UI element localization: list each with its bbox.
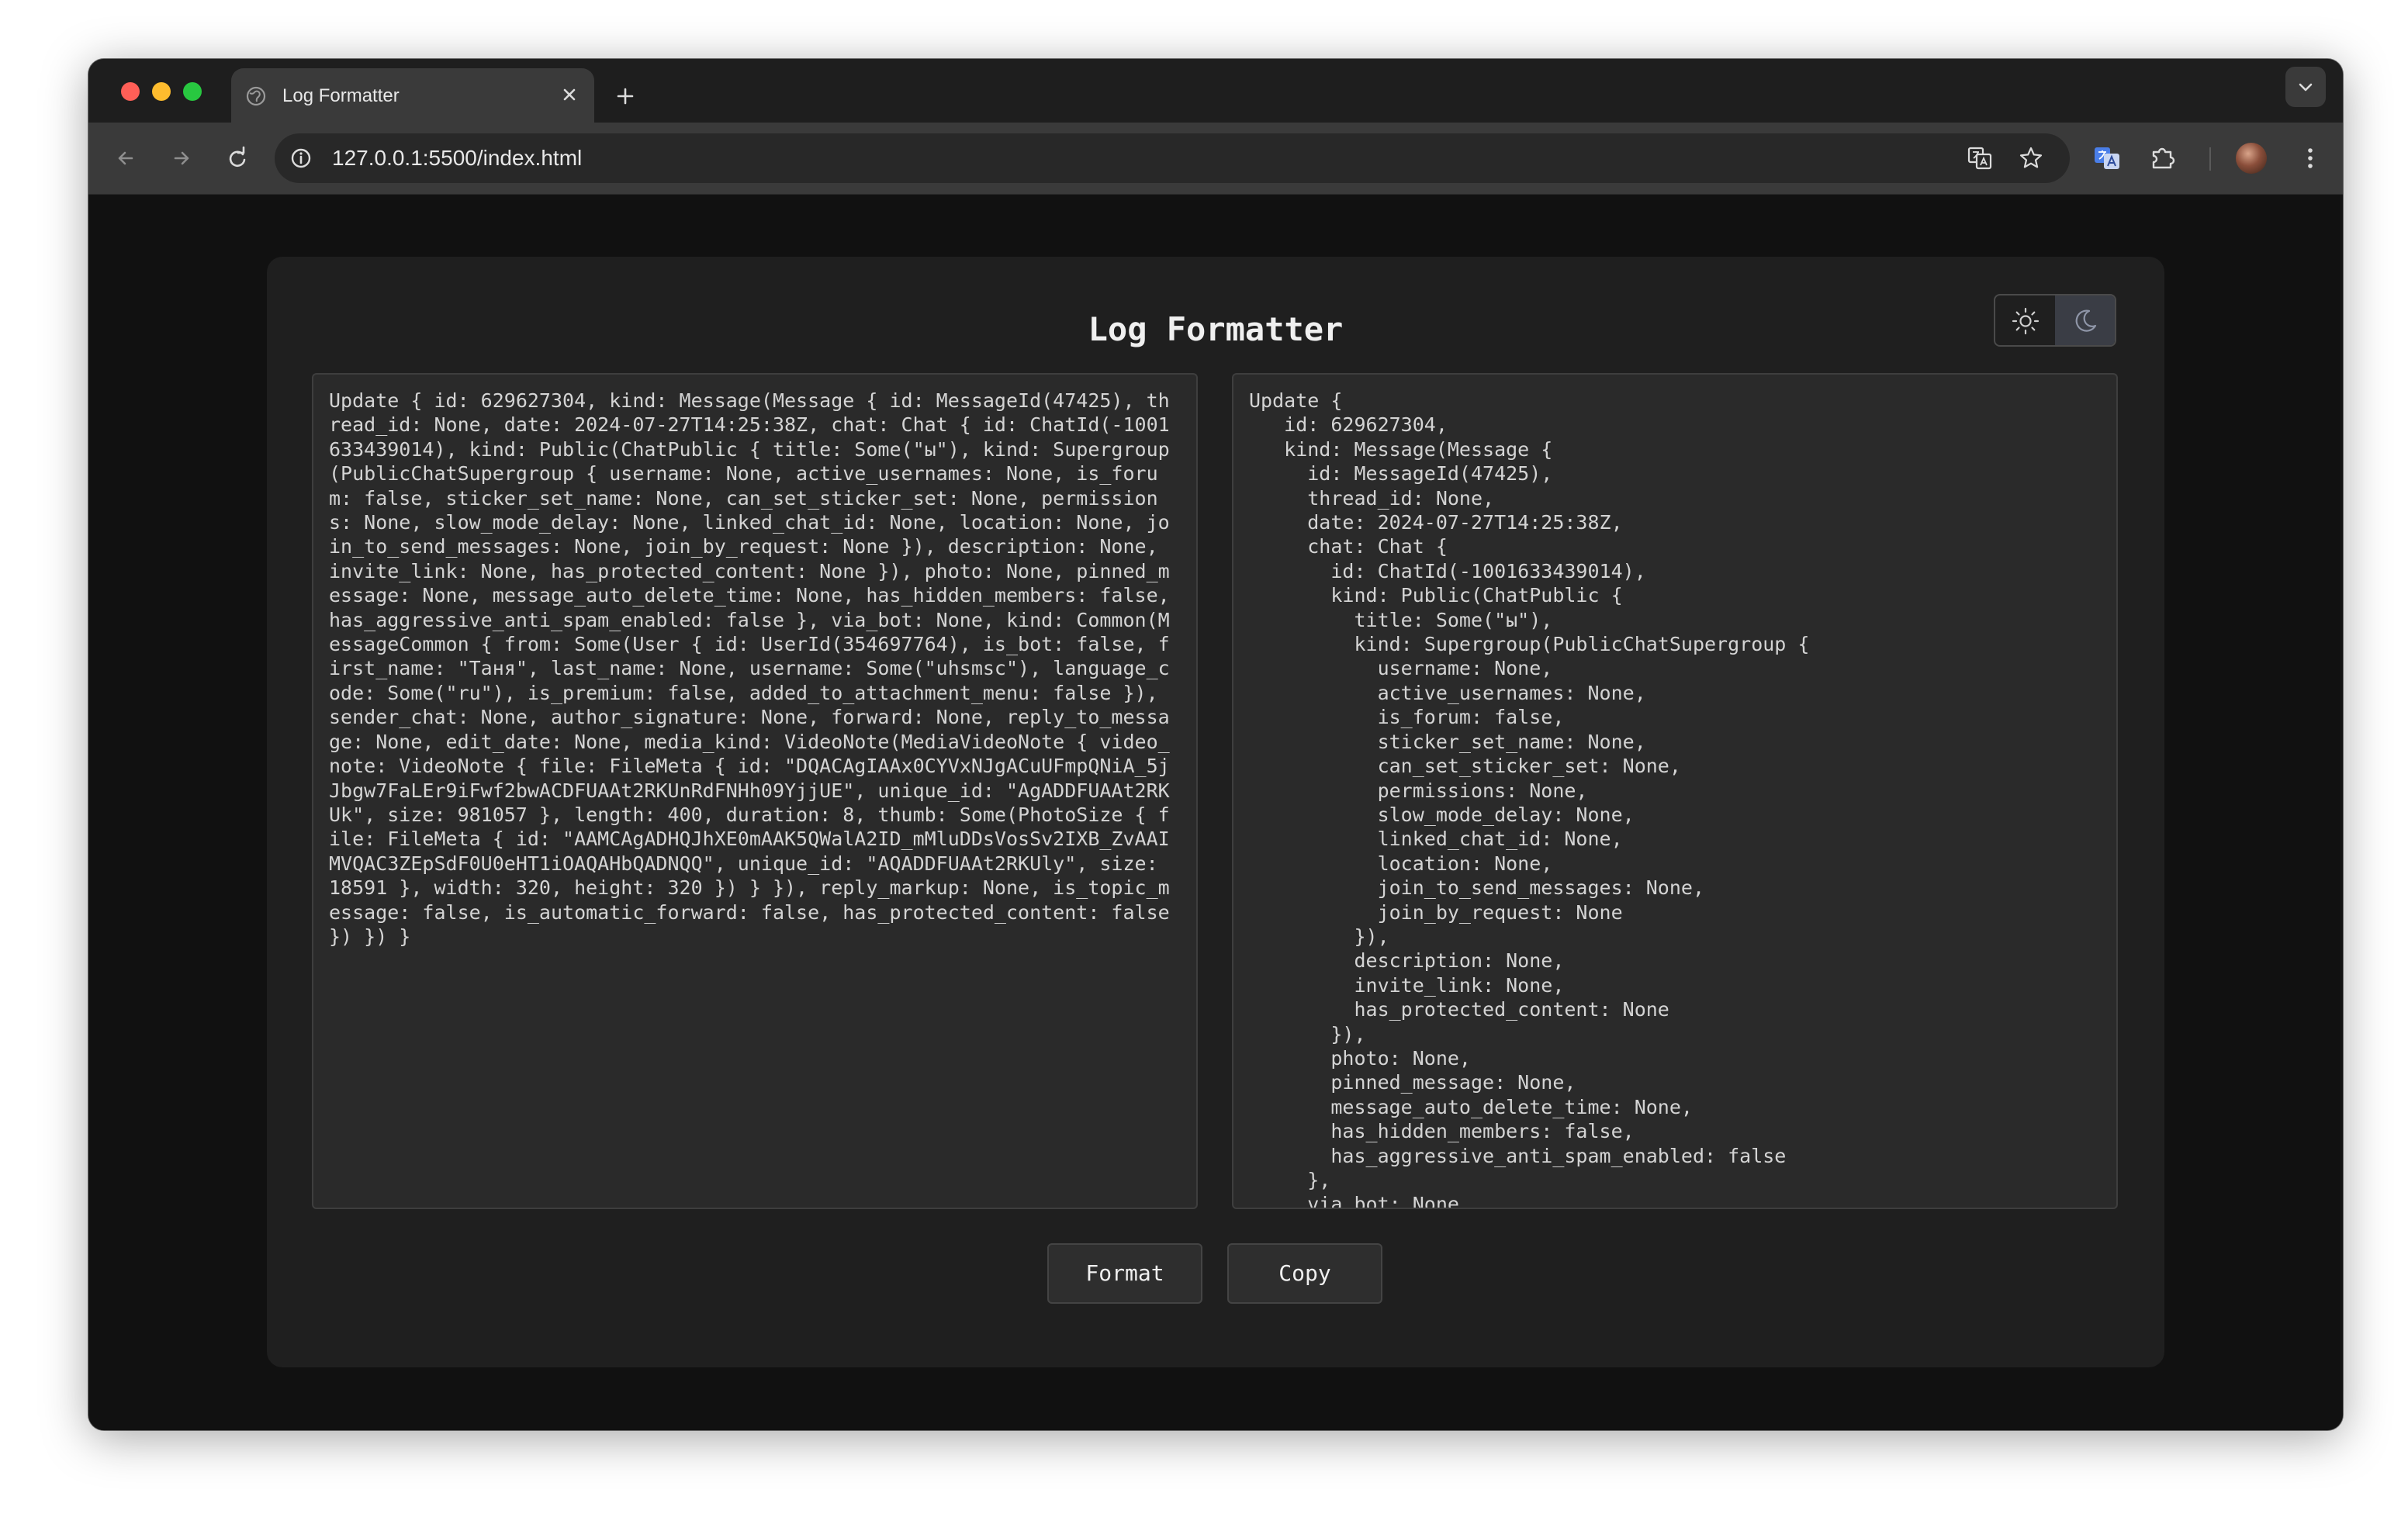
input-textarea[interactable]: Update { id: 629627304, kind: Message(Me… xyxy=(312,373,1198,1209)
address-bar[interactable]: 127.0.0.1:5500/index.html xyxy=(275,133,2070,183)
page-viewport: Log Formatter Update {id: 629627304, ki… xyxy=(88,195,2343,1430)
theme-dark-button[interactable] xyxy=(2055,295,2115,345)
chevron-down-icon xyxy=(2285,83,2326,110)
formatter-card: Log Formatter Update {id: 629627304, ki… xyxy=(267,257,2164,1367)
tab-search-button[interactable] xyxy=(2285,67,2326,107)
close-icon[interactable] xyxy=(557,82,582,107)
translate-extension-icon[interactable] xyxy=(2090,141,2124,175)
tab-strip: Log Formatter xyxy=(88,59,2343,123)
copy-button[interactable]: Copy xyxy=(1227,1243,1382,1304)
input-log-text[interactable]: Update { id: 629627304, kind: Message(Me… xyxy=(329,389,1181,1208)
plus-icon[interactable] xyxy=(610,81,641,112)
url-text[interactable]: 127.0.0.1:5500/index.html xyxy=(332,146,582,171)
window-close-button[interactable] xyxy=(121,82,140,101)
theme-light-button[interactable] xyxy=(1995,295,2055,345)
info-icon[interactable] xyxy=(289,146,313,171)
toolbar-divider xyxy=(2209,147,2211,171)
avatar[interactable] xyxy=(2236,143,2267,174)
kebab-menu-icon[interactable] xyxy=(2293,141,2327,175)
window-maximize-button[interactable] xyxy=(183,82,202,101)
browser-window: Log Formatter 127.0.0.1:5500/index.html … xyxy=(88,59,2343,1430)
output-panel[interactable]: Update { id: 629627304, kind: Message(Me… xyxy=(1232,373,2118,1209)
puzzle-icon[interactable] xyxy=(2146,141,2180,175)
browser-toolbar: 127.0.0.1:5500/index.html xyxy=(88,123,2343,195)
output-log-text: Update { id: 629627304, kind: Message(Me… xyxy=(1249,389,1810,1209)
translate-icon[interactable] xyxy=(1966,144,1994,172)
tab-title: Log Formatter xyxy=(282,85,400,106)
arrow-right-icon[interactable] xyxy=(163,140,200,177)
tab-log-formatter[interactable]: Log Formatter xyxy=(231,68,594,123)
arrow-left-icon[interactable] xyxy=(107,140,144,177)
theme-toggle[interactable] xyxy=(1994,294,2116,347)
star-icon[interactable] xyxy=(2017,144,2045,172)
page-title: Log Formatter xyxy=(1088,310,1344,348)
reload-icon[interactable] xyxy=(219,140,256,177)
globe-icon xyxy=(245,85,267,107)
window-minimize-button[interactable] xyxy=(152,82,171,101)
format-button[interactable]: Format xyxy=(1047,1243,1202,1304)
